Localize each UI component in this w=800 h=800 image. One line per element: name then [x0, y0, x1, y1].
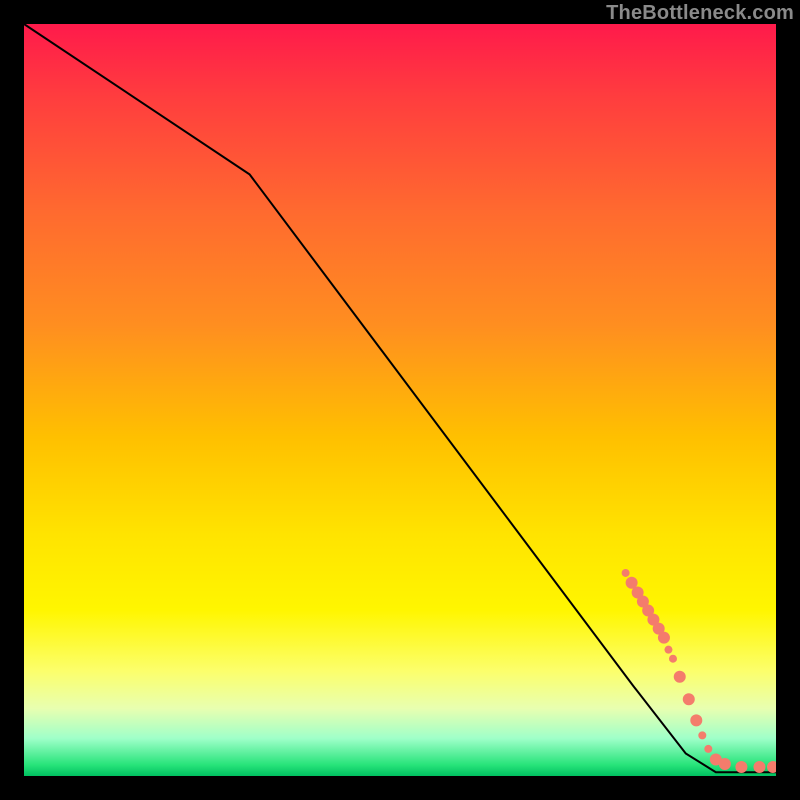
data-point: [704, 745, 712, 753]
data-points: [622, 569, 776, 773]
watermark-label: TheBottleneck.com: [606, 2, 794, 25]
data-point: [664, 646, 672, 654]
data-point: [669, 655, 677, 663]
data-point: [698, 731, 706, 739]
data-point: [683, 693, 695, 705]
data-point: [735, 761, 747, 773]
data-point: [767, 761, 776, 773]
data-point: [658, 632, 670, 644]
chart-stage: TheBottleneck.com: [0, 0, 800, 800]
data-point: [622, 569, 630, 577]
plot-area: [24, 24, 776, 776]
bottleneck-curve-path: [24, 24, 776, 772]
data-point: [674, 671, 686, 683]
data-point: [690, 714, 702, 726]
bottleneck-curve: [24, 24, 776, 772]
chart-svg: [24, 24, 776, 776]
data-point: [753, 761, 765, 773]
data-point: [719, 758, 731, 770]
